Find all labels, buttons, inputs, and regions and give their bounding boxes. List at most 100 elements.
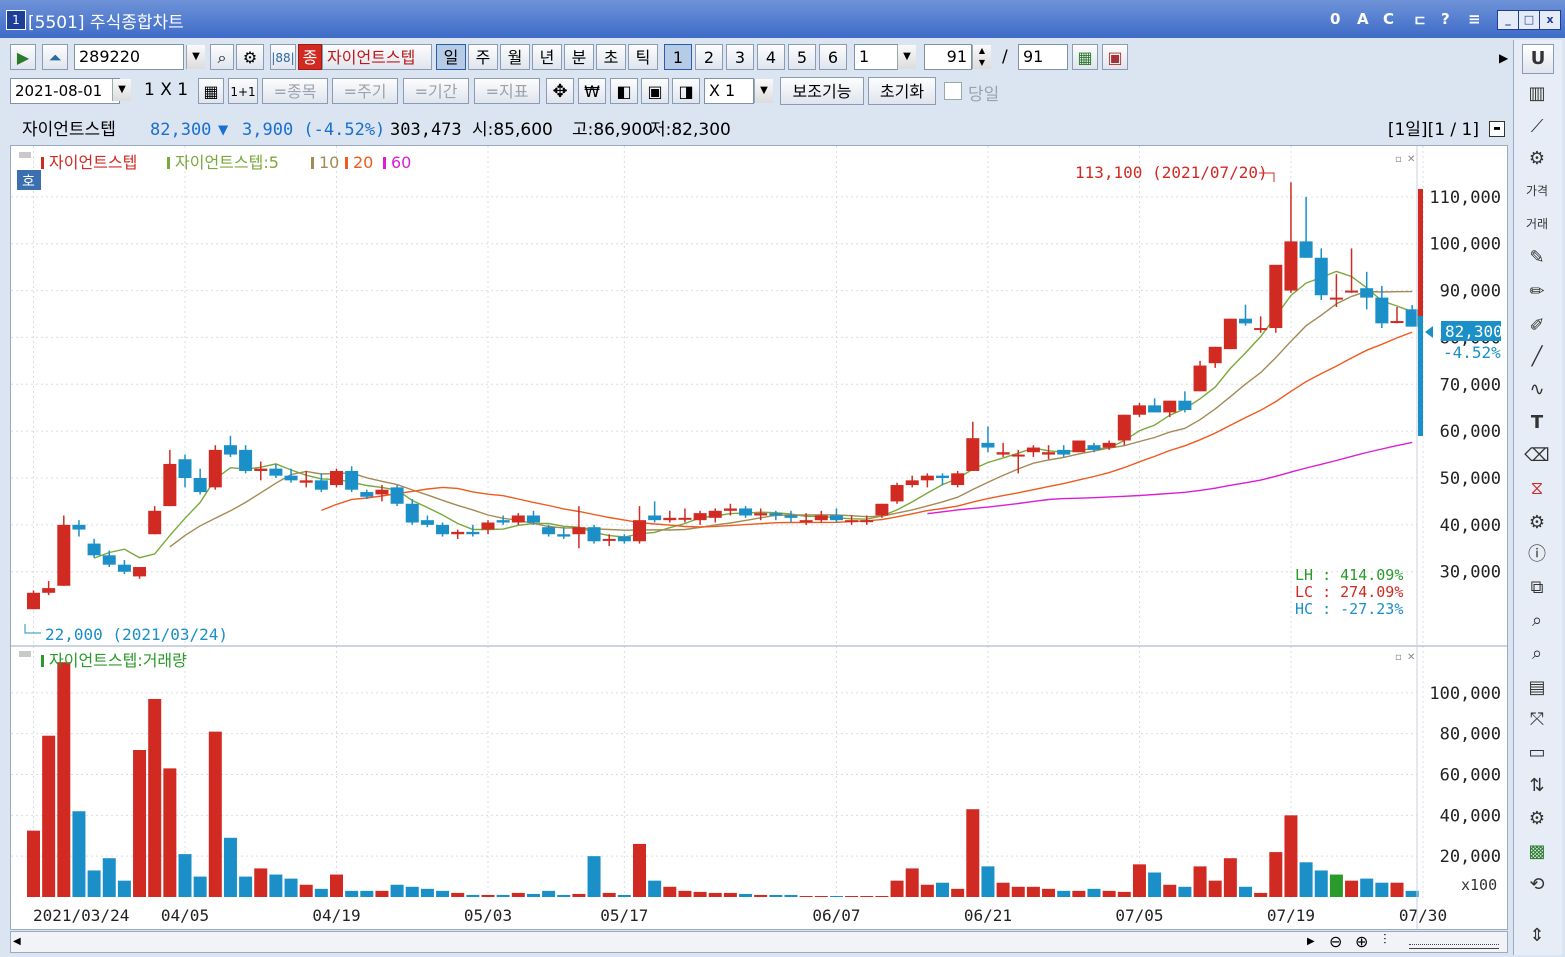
chart-type-icon[interactable]: ▥: [1522, 80, 1552, 108]
time-axis-label: 04/05: [161, 906, 209, 925]
multiplier-dropdown-icon[interactable]: ▼: [754, 79, 773, 103]
reset-button[interactable]: 초기화: [868, 77, 936, 105]
copy-icon[interactable]: ⧉: [1522, 574, 1552, 602]
indicator-icon[interactable]: ⟋: [1522, 113, 1552, 141]
preset-5[interactable]: 5: [788, 44, 816, 70]
pencil-icon[interactable]: ✏: [1522, 278, 1552, 306]
range-input[interactable]: 91: [924, 44, 972, 70]
panel-scroll-icon[interactable]: ⇕: [1522, 922, 1552, 950]
close-button[interactable]: x: [1539, 10, 1561, 30]
config-icon[interactable]: ⚙: [1522, 509, 1552, 537]
window-mode-icon[interactable]: ㄷ: [1413, 10, 1427, 31]
info-icon[interactable]: ⓘ: [1522, 541, 1552, 569]
tab-stock[interactable]: =종목: [262, 78, 328, 104]
stock-code-dropdown-icon[interactable]: ▼: [186, 45, 205, 69]
tab-range[interactable]: =기간: [403, 78, 469, 104]
chart-canvas[interactable]: 110,000 100,000 90,000 80,000 70,000 60,000 50…: [11, 146, 1507, 929]
category-badge: 종: [298, 44, 322, 70]
zoom-chart-icon[interactable]: ⌕: [1522, 640, 1552, 668]
tab-period-month[interactable]: 월: [500, 44, 530, 70]
compare-icon[interactable]: ▤: [1522, 674, 1552, 702]
count-dropdown-icon[interactable]: ▼: [897, 45, 916, 69]
trend-icon[interactable]: ⤧: [1522, 706, 1552, 734]
date-input[interactable]: 2021-08-01: [10, 78, 120, 104]
tab-period-tick[interactable]: 틱: [628, 44, 658, 70]
play-icon[interactable]: ▶: [10, 44, 36, 70]
price-axis-label: 90,000: [1440, 282, 1501, 302]
volume-bar: [875, 895, 889, 897]
refresh-icon[interactable]: ⟲: [1522, 871, 1552, 899]
help-icon[interactable]: ?: [1441, 10, 1450, 28]
line-icon[interactable]: ╱: [1522, 343, 1552, 371]
zoom-in-icon[interactable]: ⊕: [1355, 932, 1368, 951]
minimize-button[interactable]: _: [1497, 10, 1519, 30]
price-tool-icon[interactable]: 가격: [1522, 177, 1552, 205]
count-input[interactable]: 1: [854, 44, 898, 70]
font-icon[interactable]: A: [1357, 10, 1369, 28]
order-settings-icon[interactable]: ⚙: [1522, 805, 1552, 833]
range-spinner-icon[interactable]: ▲ ▼: [972, 45, 991, 69]
tab-period-week[interactable]: 주: [468, 44, 498, 70]
maximize-button[interactable]: □: [1518, 10, 1540, 30]
history-icon[interactable]: |88|: [270, 44, 296, 70]
multiplier-input[interactable]: X 1: [704, 78, 754, 104]
date-dropdown-icon[interactable]: ▼: [112, 79, 131, 101]
tab-period-year[interactable]: 년: [532, 44, 562, 70]
settings-icon[interactable]: ⚙: [236, 44, 264, 70]
menu-icon[interactable]: ≡: [1468, 10, 1481, 28]
volume-bar: [1026, 886, 1040, 897]
stock-code-input[interactable]: 289220: [74, 44, 184, 70]
ma-line-5: [93, 270, 1413, 559]
chart-area[interactable]: 110,000 100,000 90,000 80,000 70,000 60,000 50…: [10, 145, 1508, 930]
preset-1[interactable]: 1: [664, 44, 692, 70]
pen-icon[interactable]: ✎: [1522, 244, 1552, 272]
link-icon[interactable]: C: [1383, 10, 1394, 28]
up-icon[interactable]: ⏶: [42, 44, 68, 70]
tab-cycle[interactable]: =주기: [332, 78, 398, 104]
aux-function-button[interactable]: 보조기능: [780, 77, 864, 105]
marker-icon[interactable]: ✐: [1522, 312, 1552, 340]
scroll-left-arrow-icon[interactable]: ◀: [13, 934, 29, 950]
move-icon[interactable]: ✥: [546, 78, 574, 104]
horizontal-scrollbar[interactable]: ◀ ▶ ⊖ ⊕ ⫶: [10, 931, 1508, 953]
wave-icon[interactable]: ∿: [1522, 376, 1552, 404]
tab-indicator[interactable]: =지표: [474, 78, 540, 104]
stock-name-button[interactable]: 자이언트스텝: [322, 44, 432, 70]
title-bar: 1 [5501] 주식종합차트 0 A C ㄷ ? ≡ _ □ x: [0, 0, 1565, 38]
today-checkbox[interactable]: [944, 82, 962, 100]
window-icon[interactable]: ▭: [1522, 739, 1552, 767]
collapse-icon[interactable]: U: [1522, 44, 1554, 74]
find-icon[interactable]: ⌕: [1522, 607, 1552, 635]
volume-tool-icon[interactable]: 거래: [1522, 210, 1552, 238]
order-icon[interactable]: ⇅: [1522, 772, 1552, 800]
preset-6[interactable]: 6: [819, 44, 847, 70]
won-icon[interactable]: ₩: [578, 78, 606, 104]
table-add-icon[interactable]: ▦: [1072, 44, 1098, 70]
tab-period-second[interactable]: 초: [596, 44, 626, 70]
tab-period-minute[interactable]: 분: [564, 44, 594, 70]
candle-body: [693, 513, 707, 521]
excel-icon[interactable]: ▩: [1522, 838, 1552, 866]
fit-icon[interactable]: ▣: [641, 78, 669, 104]
zoom-slider[interactable]: [1409, 944, 1499, 949]
save-icon[interactable]: ▣: [1102, 44, 1128, 70]
preset-4[interactable]: 4: [757, 44, 785, 70]
candle-icon[interactable]: ⧖: [1522, 475, 1552, 503]
layout-plus-button[interactable]: 1+1: [228, 78, 258, 104]
text-tool-icon[interactable]: T: [1522, 409, 1552, 437]
panel-toggle-icon[interactable]: ▬: [1489, 121, 1505, 137]
tab-period-day[interactable]: 일: [436, 44, 466, 70]
preset-2[interactable]: 2: [695, 44, 723, 70]
search-icon[interactable]: ⌕: [210, 44, 234, 70]
scroll-right-icon[interactable]: ◨: [672, 78, 700, 104]
scroll-left-icon[interactable]: ◧: [610, 78, 638, 104]
zero-icon[interactable]: 0: [1330, 10, 1340, 28]
grid-icon[interactable]: ▦: [198, 78, 224, 104]
expand-arrow-icon[interactable]: ▶: [1499, 46, 1509, 70]
preset-3[interactable]: 3: [726, 44, 754, 70]
eraser-icon[interactable]: ⌫: [1522, 442, 1552, 470]
bars-icon[interactable]: ⫶: [1383, 932, 1387, 948]
gear-icon[interactable]: ⚙: [1522, 145, 1552, 173]
zoom-out-icon[interactable]: ⊖: [1329, 932, 1342, 951]
scroll-right-arrow-icon[interactable]: ▶: [1307, 934, 1323, 950]
